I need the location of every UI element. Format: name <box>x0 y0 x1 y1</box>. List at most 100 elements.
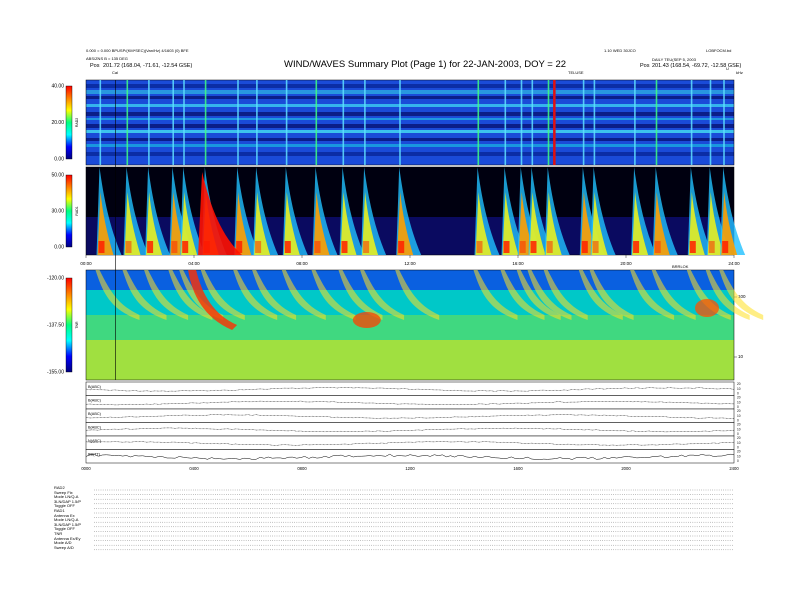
footer-params: RAD2 Sweep Fix Mode LN/Q-A 3LN/DAP 1.5/P… <box>54 485 81 550</box>
rad2-burst <box>593 80 596 165</box>
rad1-burst-peak <box>633 241 640 253</box>
summary-plot: 40.00 20.00 0.00 RAD2 50.00 30.00 0.00 RAD1 -120… <box>47 79 764 550</box>
line-panel-label: B(ABC) <box>88 385 102 389</box>
header-left-pos: 201.72 (168.04, -71.61, -12.54 GSE) <box>103 63 193 69</box>
line-panel-frame <box>85 395 735 410</box>
tnr-blob <box>695 299 719 317</box>
line-panel-label: B(ABC) <box>88 399 102 403</box>
header-right-line1: 1.10 WED 30JCO <box>604 48 636 53</box>
rad2-burst <box>256 80 258 165</box>
line-panel-label: B(ABC) <box>88 412 102 416</box>
marker-panel3: BRRLOK <box>672 264 689 269</box>
tnr-low-band <box>86 340 734 380</box>
line-panel-right-tick: 20 <box>737 409 741 413</box>
rad2-burst <box>364 80 366 165</box>
line-panel-right-tick: 10 <box>737 414 741 418</box>
rad2-burst <box>342 80 345 165</box>
line-panel-right-tick: 10 <box>737 387 741 391</box>
rad2-burst <box>547 80 550 165</box>
line-panel-frame <box>85 408 735 423</box>
rad1-burst-peak <box>147 241 154 253</box>
x-tick-label: 0800 <box>297 466 307 471</box>
rad1-burst-peak <box>363 241 370 253</box>
rad2-burst <box>285 80 288 165</box>
rad1-burst-peak <box>476 241 483 253</box>
rad1-burst-peak <box>503 241 510 253</box>
line-panel-frame <box>85 435 735 450</box>
rad2-burst <box>172 80 174 165</box>
line-panel-right-tick: 10 <box>737 400 741 404</box>
y-axis-label: RAD2 <box>75 118 79 127</box>
rad1-burst-peak <box>98 241 105 253</box>
y-tick-label: -120.00 <box>47 276 64 282</box>
x-tick-label: 0400 <box>189 466 199 471</box>
rad1-burst-peak <box>546 241 553 253</box>
header-right-pos-label: Pos <box>640 63 650 69</box>
rad2-burst <box>148 80 150 165</box>
line-panel-right-tick: 0 <box>737 459 739 463</box>
rad1-burst-peak <box>654 241 661 253</box>
rad2-burst <box>183 80 185 165</box>
colorbar <box>65 85 73 160</box>
rad2-burst <box>126 80 129 165</box>
rad2-burst <box>504 80 507 165</box>
rad2-burst <box>531 80 534 165</box>
page-title: WIND/WAVES Summary Plot (Page 1) for 22-… <box>284 59 567 70</box>
y-tick-label: -155.00 <box>47 370 64 376</box>
rad2-burst <box>655 80 658 165</box>
line-panel-right-tick: 20 <box>737 382 741 386</box>
x-tick-label: 04:00 <box>188 261 200 266</box>
rad2-burst <box>690 80 693 165</box>
rad2-burst <box>582 80 585 165</box>
rad1-burst-peak <box>689 241 696 253</box>
x-tick-label: 1600 <box>513 466 523 471</box>
rad1-burst-peak <box>722 241 729 253</box>
rad1-burst-peak <box>530 241 537 253</box>
colorbar <box>65 277 73 373</box>
x-tick-label: 24:00 <box>728 261 740 266</box>
x-tick-label: 1200 <box>405 466 415 471</box>
rad1-burst-peak <box>125 241 132 253</box>
y-tick-label: 20.00 <box>51 120 64 126</box>
line-panel-label: B(ABC) <box>88 426 102 430</box>
rad2-burst <box>723 80 725 165</box>
line-panel-frame <box>85 449 735 464</box>
x-tick-label: 12:00 <box>404 261 416 266</box>
rad2-burst <box>315 80 318 165</box>
header-right-corner: LOBFOCM.bd <box>706 48 732 53</box>
rad2-burst <box>237 80 239 165</box>
rad2-burst <box>634 80 636 165</box>
rad1-burst-peak <box>519 241 526 253</box>
rad2-burst <box>709 80 712 165</box>
rad2-burst <box>204 80 207 165</box>
y-axis-label: RAD1 <box>75 206 79 215</box>
rad1-burst-peak <box>592 241 599 253</box>
y-tick-label: 0.00 <box>54 157 64 163</box>
rad2-burst <box>477 80 480 165</box>
rad1-burst-peak <box>581 241 588 253</box>
x-tick-label: 08:00 <box>296 261 308 266</box>
line-panel-right-tick: 10 <box>737 441 741 445</box>
rad1-burst-peak <box>182 241 189 253</box>
line-panel-right-tick: 20 <box>737 423 741 427</box>
marker-units: kHz <box>736 70 743 75</box>
y-tick-label: 30.00 <box>51 209 64 215</box>
rad1-burst-peak <box>341 241 348 253</box>
colorbar <box>65 174 73 248</box>
header-left-line2: ABS/ZNS B = 135 DEG <box>86 56 128 61</box>
header-right-line2: DAILY TEU(SEP 5, 2003 <box>652 57 696 62</box>
line-panel-right-tick: 20 <box>737 436 741 440</box>
rad1-burst-peak <box>708 241 715 253</box>
x-tick-label: 20:00 <box>620 261 632 266</box>
x-tick-label: 16:00 <box>512 261 524 266</box>
rad2-burst <box>520 80 523 165</box>
rad1-burst-peak <box>284 241 291 253</box>
tnr-right-tick-label: 10 <box>738 354 744 359</box>
header-left-pos-label: Pos <box>90 63 100 69</box>
rad1-burst-peak <box>171 241 178 253</box>
x-tick-label: 2000 <box>621 466 631 471</box>
rad1-burst-peak <box>398 241 405 253</box>
y-tick-label: 0.00 <box>54 245 64 251</box>
x-tick-label: 2400 <box>729 466 739 471</box>
line-panel-frame <box>85 381 735 396</box>
